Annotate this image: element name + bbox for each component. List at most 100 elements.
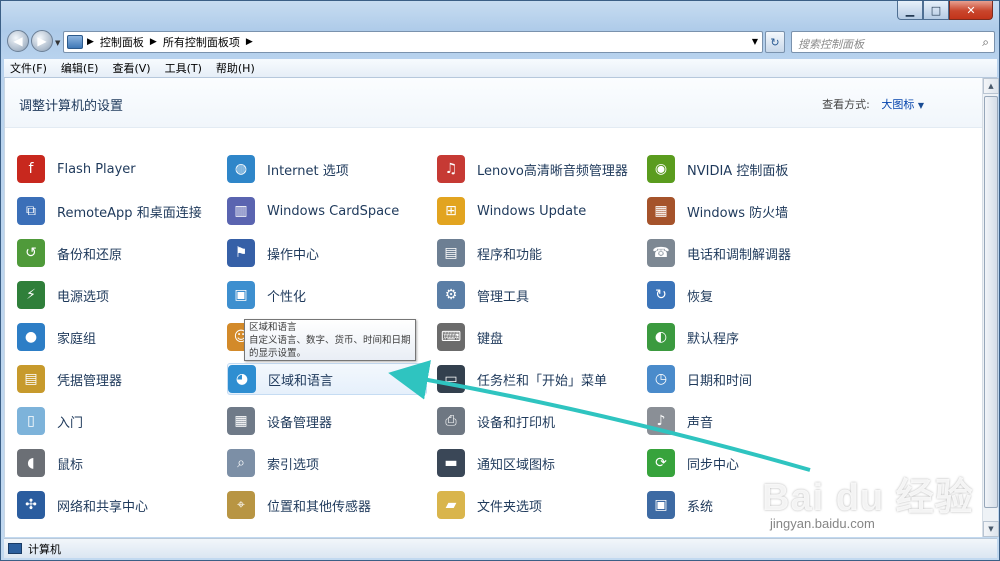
control-panel-item[interactable]: ▣ 个性化 [227,279,427,311]
control-panel-item[interactable]: ▰ 文件夹选项 [437,489,637,521]
recent-pages-dropdown-icon[interactable]: ▼ [55,39,60,47]
close-button[interactable]: ✕ [949,1,993,20]
baidu-watermark: Bai du 经验 [762,477,974,519]
page-title: 调整计算机的设置 [19,99,124,114]
forward-button[interactable]: ▶ [31,30,53,52]
control-panel-item[interactable]: ↺ 备份和还原 [17,237,217,269]
control-panel-item[interactable]: ⊞ Windows Update [437,195,637,227]
control-panel-item-label: 家庭组 [57,331,97,347]
menu-edit[interactable]: 编辑(E) [61,60,99,76]
control-panel-item[interactable]: ◐ 默认程序 [647,321,847,353]
breadcrumb-all-items[interactable]: 所有控制面板项 [163,34,240,50]
control-panel-item[interactable]: ⌕ 索引选项 [227,447,427,479]
minimize-button[interactable]: ▁ [897,1,923,20]
control-panel-item[interactable]: ♪ 声音 [647,405,847,437]
control-panel-item-label: 设备和打印机 [477,415,556,431]
control-panel-item-label: 凭据管理器 [57,373,123,389]
programs-icon: ▤ [437,239,465,267]
region-language-icon: ◕ [228,365,256,393]
breadcrumb-separator-icon[interactable]: ▶ [246,37,253,47]
control-panel-item-label: 同步中心 [687,457,740,473]
address-dropdown-icon[interactable]: ▼ [752,37,758,46]
internet-options-icon: ◍ [227,155,255,183]
menu-tools[interactable]: 工具(T) [165,60,202,76]
control-panel-item[interactable]: ⌨ 键盘 [437,321,637,353]
control-panel-item[interactable]: ⎙ 设备和打印机 [437,405,637,437]
control-panel-item[interactable]: ▤ 凭据管理器 [17,363,217,395]
address-bar[interactable]: ▶ 控制面板 ▶ 所有控制面板项 ▶ ▼ [63,31,763,53]
backup-icon: ↺ [17,239,45,267]
vertical-scrollbar[interactable]: ▲ ▼ [982,78,999,537]
control-panel-item[interactable]: ● 家庭组 [17,321,217,353]
admin-tools-icon: ⚙ [437,281,465,309]
control-panel-item-label: 通知区域图标 [477,457,556,473]
control-panel-item[interactable]: ▤ 程序和功能 [437,237,637,269]
view-by-dropdown[interactable]: 大图标 [881,98,914,111]
breadcrumb-separator-icon[interactable]: ▶ [150,37,157,47]
control-panel-item[interactable]: ▥ Windows CardSpace [227,195,427,227]
back-button[interactable]: ◀ [7,30,29,52]
remoteapp-icon: ⧉ [17,197,45,225]
control-panel-item-label: 任务栏和「开始」菜单 [477,373,608,389]
control-panel-item-label: 电话和调制解调器 [687,247,792,263]
control-panel-item[interactable]: ⚡ 电源选项 [17,279,217,311]
control-panel-item[interactable]: ✣ 网络和共享中心 [17,489,217,521]
menu-help[interactable]: 帮助(H) [216,60,255,76]
control-panel-item-label: 恢复 [687,289,714,305]
default-programs-icon: ◐ [647,323,675,351]
location-icon: ⌖ [227,491,255,519]
control-panel-item-label: 鼠标 [57,457,84,473]
content-header: 调整计算机的设置 查看方式: 大图标 ▼ [5,78,982,128]
scroll-up-button[interactable]: ▲ [983,78,999,94]
control-panel-item[interactable]: ⚙ 管理工具 [437,279,637,311]
control-panel-item[interactable]: ◷ 日期和时间 [647,363,847,395]
scroll-thumb[interactable] [984,96,998,508]
getting-started-icon: ▯ [17,407,45,435]
menu-file[interactable]: 文件(F) [10,60,47,76]
breadcrumb-control-panel[interactable]: 控制面板 [100,34,144,50]
control-panel-item[interactable]: ☎ 电话和调制解调器 [647,237,847,269]
control-panel-item[interactable]: ◍ Internet 选项 [227,153,427,185]
menu-view[interactable]: 查看(V) [112,60,150,76]
control-panel-item-label: Lenovo高清晰音频管理器 [477,163,628,179]
search-icon[interactable]: ⌕ [982,35,989,50]
control-panel-item[interactable]: ◉ NVIDIA 控制面板 [647,153,847,185]
recovery-icon: ↻ [647,281,675,309]
credential-icon: ▤ [17,365,45,393]
control-panel-item[interactable]: ◖ 鼠标 [17,447,217,479]
control-panel-item-label: 网络和共享中心 [57,499,149,515]
control-panel-item[interactable]: ⧉ RemoteApp 和桌面连接 [17,195,217,227]
mouse-icon: ◖ [17,449,45,477]
control-panel-item[interactable]: ⌖ 位置和其他传感器 [227,489,427,521]
control-panel-item[interactable]: ◕ 区域和语言 [227,363,427,395]
control-panel-item[interactable]: ▬ 通知区域图标 [437,447,637,479]
system-icon: ▣ [647,491,675,519]
maximize-button[interactable]: □ [923,1,949,20]
control-panel-item[interactable]: ▭ 任务栏和「开始」菜单 [437,363,637,395]
control-panel-item[interactable]: f Flash Player [17,153,217,185]
tooltip: 区域和语言 自定义语言、数字、货币、时间和日期的显示设置。 [244,319,416,361]
power-icon: ⚡ [17,281,45,309]
control-panel-item[interactable]: ▯ 入门 [17,405,217,437]
control-panel-item-label: 位置和其他传感器 [267,499,372,515]
chevron-down-icon[interactable]: ▼ [918,101,924,110]
device-manager-icon: ▦ [227,407,255,435]
status-bar: 计算机 [4,538,997,558]
notification-area-icon: ▬ [437,449,465,477]
control-panel-item-label: Windows 防火墙 [687,205,789,221]
view-by: 查看方式: 大图标 ▼ [822,96,924,112]
refresh-button[interactable]: ↻ [765,31,785,53]
control-panel-item-label: RemoteApp 和桌面连接 [57,205,202,221]
breadcrumb-separator-icon[interactable]: ▶ [87,37,94,47]
control-panel-item[interactable]: ↻ 恢复 [647,279,847,311]
control-panel-item[interactable]: ♫ Lenovo高清晰音频管理器 [437,153,637,185]
control-panel-item-label: 备份和还原 [57,247,123,263]
control-panel-item-label: 操作中心 [267,247,320,263]
control-panel-item-label: 日期和时间 [687,373,753,389]
scroll-down-button[interactable]: ▼ [983,521,999,537]
control-panel-item[interactable]: ⚑ 操作中心 [227,237,427,269]
search-input[interactable]: 搜索控制面板 ⌕ [791,31,995,53]
control-panel-item[interactable]: ▦ 设备管理器 [227,405,427,437]
control-panel-item[interactable]: ▦ Windows 防火墙 [647,195,847,227]
control-panel-item-label: NVIDIA 控制面板 [687,163,789,179]
